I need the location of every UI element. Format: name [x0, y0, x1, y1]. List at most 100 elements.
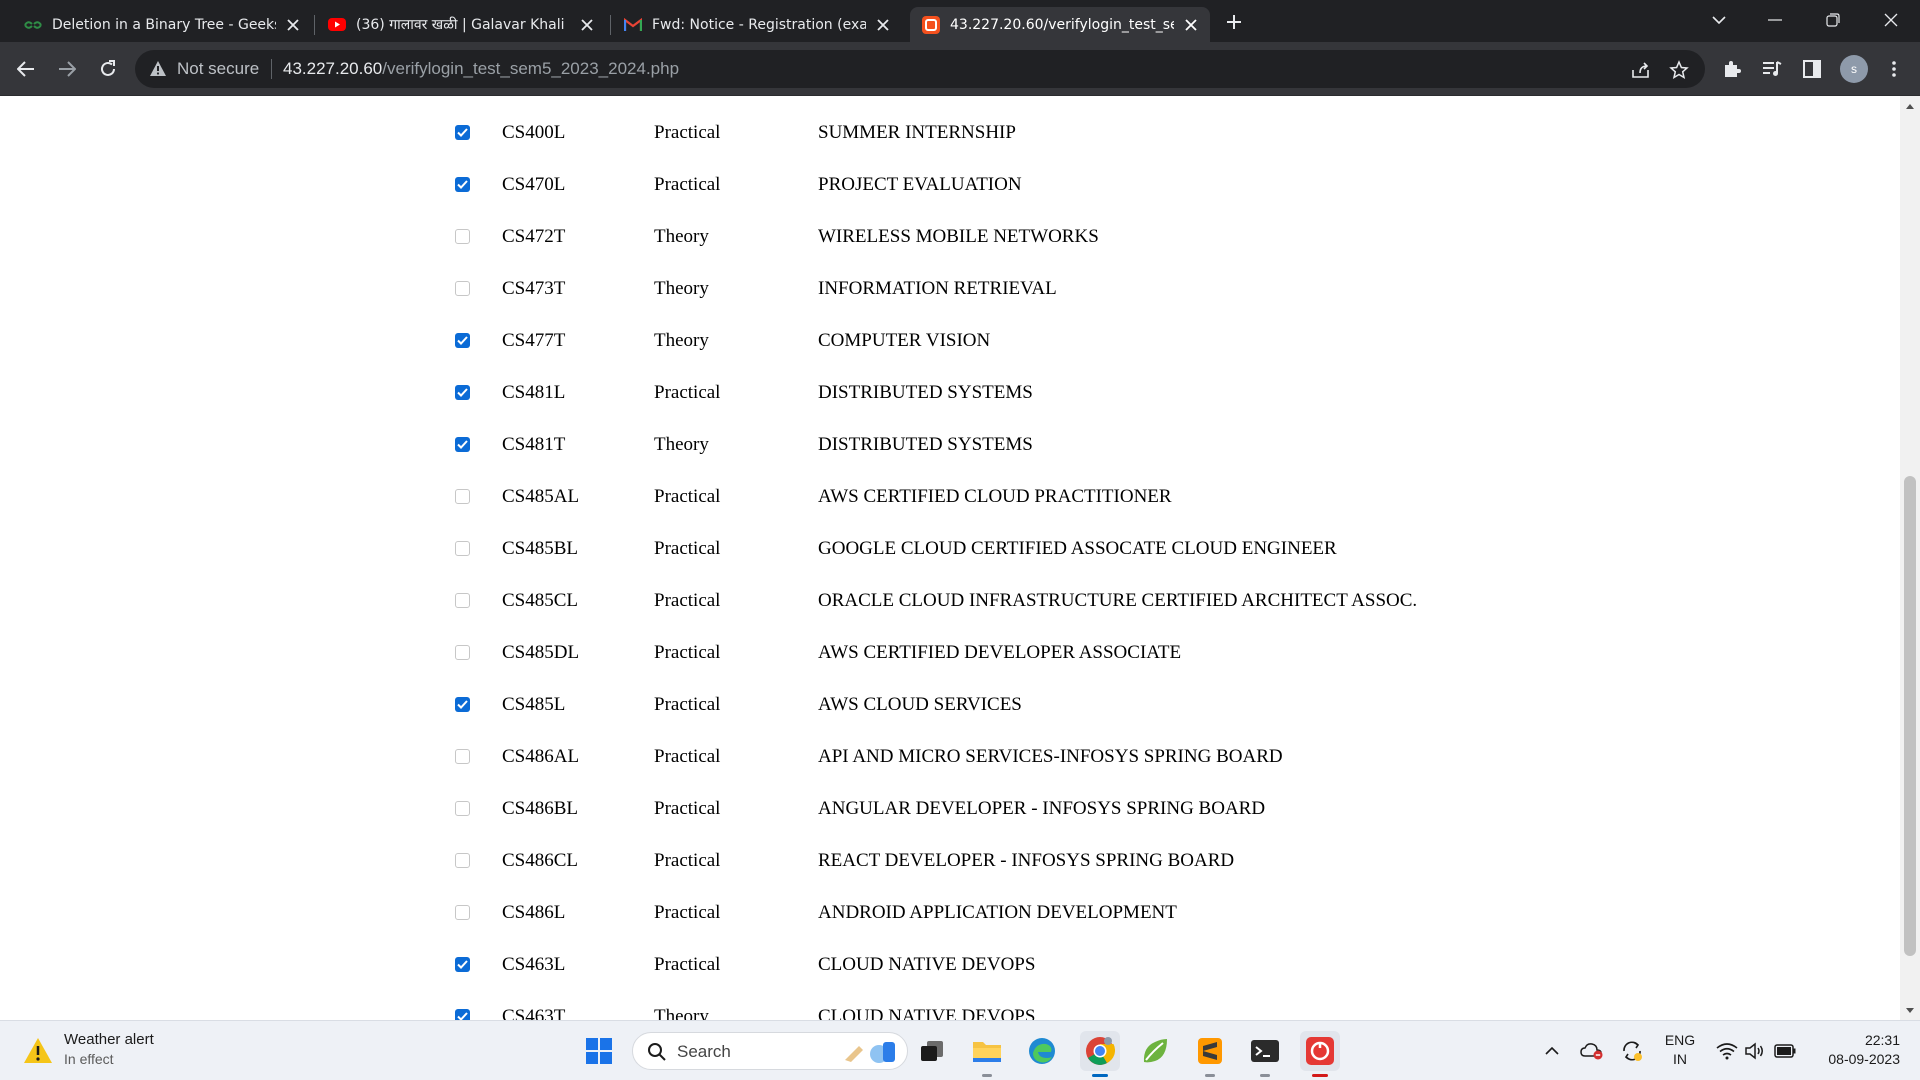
- course-checkbox[interactable]: [455, 801, 470, 816]
- minimize-button[interactable]: [1760, 6, 1790, 34]
- system-clock[interactable]: 22:31 08-09-2023: [1800, 1031, 1900, 1069]
- course-checkbox[interactable]: [455, 385, 470, 400]
- course-checkbox[interactable]: [455, 437, 470, 452]
- course-code: CS486L: [502, 902, 566, 923]
- search-icon: [648, 1043, 666, 1061]
- checkmark-icon: [457, 180, 468, 189]
- extensions-button[interactable]: [1718, 55, 1746, 83]
- profile-avatar[interactable]: s: [1840, 55, 1868, 83]
- close-tab-icon[interactable]: [284, 16, 302, 34]
- tab-search-button[interactable]: [1704, 6, 1734, 34]
- course-code: CS463T: [502, 1006, 566, 1020]
- course-checkbox[interactable]: [455, 489, 470, 504]
- tab-youtube[interactable]: (36) गालावर खळी | Galavar Khali Lyrics: [316, 7, 606, 42]
- running-indicator: [982, 1074, 992, 1077]
- course-row: CS485CL Practical ORACLE CLOUD INFRASTRUCT…: [0, 577, 1900, 629]
- chrome-app[interactable]: [1080, 1031, 1120, 1077]
- tab-title: Fwd: Notice - Registration (exam: [652, 16, 866, 33]
- cloud-offline-icon: [1580, 1043, 1603, 1060]
- file-explorer-app[interactable]: [967, 1031, 1007, 1077]
- course-checkbox[interactable]: [455, 957, 470, 972]
- course-row: CS463L Practical CLOUD NATIVE DEVOPS: [0, 941, 1900, 993]
- clock-time: 22:31: [1864, 1032, 1900, 1048]
- warning-icon[interactable]: [149, 60, 167, 78]
- scrollbar-thumb[interactable]: [1904, 476, 1916, 956]
- task-view-icon: [921, 1041, 943, 1061]
- back-button[interactable]: [12, 55, 40, 83]
- search-placeholder: Search: [677, 1042, 731, 1061]
- edge-app[interactable]: [1022, 1031, 1062, 1071]
- course-checkbox[interactable]: [455, 1009, 470, 1020]
- course-type: Theory: [654, 278, 709, 299]
- url-text[interactable]: 43.227.20.60/verifylogin_test_sem5_2023_…: [283, 59, 679, 79]
- onedrive-tray-button[interactable]: [1580, 1039, 1604, 1063]
- course-checkbox[interactable]: [455, 281, 470, 296]
- tab-geeksforgeeks[interactable]: Deletion in a Binary Tree - GeeksforGeek…: [12, 7, 312, 42]
- reload-button[interactable]: [94, 55, 122, 83]
- puzzle-icon: [1725, 61, 1741, 77]
- course-checkbox[interactable]: [455, 541, 470, 556]
- course-code: CS481L: [502, 382, 566, 403]
- close-window-button[interactable]: [1876, 6, 1906, 34]
- close-tab-icon[interactable]: [578, 16, 596, 34]
- weather-status[interactable]: In effect: [64, 1051, 114, 1067]
- terminal-app[interactable]: [1245, 1031, 1285, 1077]
- course-checkbox[interactable]: [455, 593, 470, 608]
- course-row: CS485L Practical AWS CLOUD SERVICES: [0, 681, 1900, 733]
- side-panel-button[interactable]: [1798, 55, 1826, 83]
- volume-button[interactable]: [1743, 1039, 1767, 1063]
- running-indicator: [1092, 1074, 1108, 1077]
- minimize-icon: [1768, 19, 1782, 21]
- address-separator: [271, 59, 272, 79]
- taskbar-search[interactable]: Search: [632, 1032, 908, 1070]
- start-button[interactable]: [579, 1031, 619, 1071]
- scroll-up-arrow[interactable]: [1900, 98, 1920, 114]
- show-hidden-icons-button[interactable]: [1540, 1039, 1564, 1063]
- address-bar[interactable]: Not secure 43.227.20.60/verifylogin_test…: [135, 50, 1705, 88]
- media-controls-button[interactable]: [1758, 55, 1786, 83]
- weather-title[interactable]: Weather alert: [64, 1031, 154, 1048]
- tab-verifylogin[interactable]: 43.227.20.60/verifylogin_test_sem5: [910, 7, 1210, 42]
- gmail-icon: [624, 16, 642, 34]
- course-checkbox[interactable]: [455, 125, 470, 140]
- course-checkbox[interactable]: [455, 229, 470, 244]
- course-code: CS463L: [502, 954, 566, 975]
- close-tab-icon[interactable]: [874, 16, 892, 34]
- course-checkbox[interactable]: [455, 645, 470, 660]
- sync-tray-button[interactable]: [1620, 1039, 1644, 1063]
- restore-button[interactable]: [1818, 6, 1848, 34]
- screen-recorder-app[interactable]: [1300, 1031, 1340, 1077]
- new-tab-button[interactable]: [1222, 10, 1246, 34]
- bookmark-button[interactable]: [1668, 59, 1690, 81]
- course-checkbox[interactable]: [455, 749, 470, 764]
- tab-gmail[interactable]: Fwd: Notice - Registration (exam: [612, 7, 902, 42]
- course-checkbox[interactable]: [455, 853, 470, 868]
- course-checkbox[interactable]: [455, 333, 470, 348]
- wifi-status-button[interactable]: [1715, 1039, 1739, 1063]
- course-checkbox[interactable]: [455, 177, 470, 192]
- input-language-indicator[interactable]: ENG IN: [1660, 1031, 1700, 1069]
- course-checkbox[interactable]: [455, 697, 470, 712]
- menu-button[interactable]: [1880, 55, 1908, 83]
- sublime-text-app[interactable]: [1190, 1031, 1230, 1077]
- url-path: /verifylogin_test_sem5_2023_2024.php: [382, 59, 680, 78]
- course-name: COMPUTER VISION: [818, 330, 991, 351]
- forward-button[interactable]: [53, 55, 81, 83]
- region-code: IN: [1673, 1051, 1687, 1067]
- vertical-scrollbar[interactable]: [1900, 96, 1920, 1020]
- battery-button[interactable]: [1773, 1039, 1797, 1063]
- security-status[interactable]: Not secure: [177, 59, 259, 79]
- course-checkbox[interactable]: [455, 905, 470, 920]
- task-view-button[interactable]: [912, 1031, 952, 1071]
- springboot-app[interactable]: [1135, 1031, 1175, 1071]
- course-type: Theory: [654, 434, 709, 455]
- share-button[interactable]: [1630, 59, 1652, 81]
- course-code: CS485BL: [502, 538, 579, 559]
- course-row: CS473T Theory INFORMATION RETRIEVAL: [0, 265, 1900, 317]
- close-tab-icon[interactable]: [1182, 16, 1200, 34]
- weather-alert-icon[interactable]: [22, 1035, 54, 1067]
- course-code: CS481T: [502, 434, 566, 455]
- scroll-down-arrow[interactable]: [1900, 1002, 1920, 1018]
- course-type: Theory: [654, 330, 709, 351]
- course-code: CS470L: [502, 174, 566, 195]
